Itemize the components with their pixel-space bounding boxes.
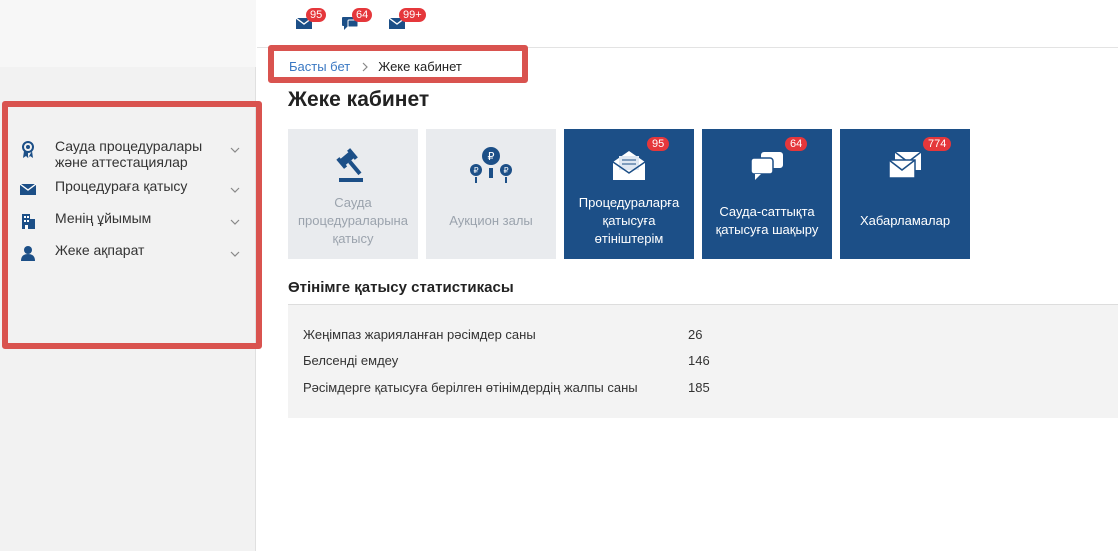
chevron-down-icon (230, 142, 240, 153)
gavel-icon (288, 146, 418, 186)
sidebar-item-label: Жеке ақпарат (55, 242, 145, 258)
envelopes-icon (840, 146, 970, 186)
stat-value: 26 (688, 327, 703, 342)
tile-trade-procedures[interactable]: Сауда процедураларына қатысу (288, 129, 418, 259)
stat-label: Рәсімдерге қатысуға берілген өтінімдерді… (303, 380, 638, 395)
notification-badge: 95 (306, 8, 327, 22)
tile-label: Сауда-саттықта қатысуға шақыру (715, 204, 819, 237)
dashboard-tiles: Сауда процедураларына қатысу ₽ ₽ ₽ Аукцион… (288, 129, 978, 259)
tile-label: Процедураларға қатысуға өтініштерім (578, 195, 680, 246)
open-envelope-icon (564, 146, 694, 186)
envelope-icon (19, 181, 37, 197)
sidebar-item-trade-procedures[interactable]: Сауда процедуралары және аттестациялар (20, 132, 240, 176)
award-icon (20, 141, 36, 158)
svg-text:₽: ₽ (473, 166, 478, 175)
tile-notifications[interactable]: 774 Хабарламалар (840, 129, 970, 259)
sidebar-item-label: Менің ұйымым (55, 210, 152, 226)
sidebar-item-my-organization[interactable]: Менің ұйымым (20, 208, 240, 240)
stats-panel: Жеңімпаз жарияланған рәсімдер саны 26 Бе… (288, 304, 1118, 418)
sidebar-item-personal-info[interactable]: Жеке ақпарат (20, 240, 240, 272)
breadcrumb-home-link[interactable]: Басты бет (289, 59, 350, 74)
breadcrumb-current: Жеке кабинет (378, 59, 462, 74)
tile-label: Сауда процедураларына қатысу (298, 195, 408, 246)
ruble-coins-icon: ₽ ₽ ₽ (426, 146, 556, 186)
sidebar-menu: Сауда процедуралары және аттестациялар П… (19, 132, 240, 272)
chevron-right-icon (362, 62, 369, 71)
stat-label: Жеңімпаз жарияланған рәсімдер саны (303, 327, 536, 342)
top-bar: 95 64 99+ (257, 0, 1118, 48)
stats-title: Өтінімге қатысу статистикасы (288, 279, 514, 296)
tile-my-applications[interactable]: 95 Процедураларға қатысуға өтініштерім (564, 129, 694, 259)
tile-label: Аукцион залы (449, 213, 533, 228)
sidebar-header (0, 0, 256, 67)
tile-trade-invitations[interactable]: 64 Сауда-саттықта қатысуға шақыру (702, 129, 832, 259)
chevron-down-icon (230, 246, 240, 257)
stat-label: Белсенді емдеу (303, 353, 399, 368)
notification-badge: 64 (352, 8, 373, 22)
chevron-down-icon (230, 182, 240, 193)
sidebar-item-procedure-participation[interactable]: Процедураға қатысу (19, 176, 240, 208)
svg-text:₽: ₽ (503, 166, 508, 175)
tile-auction-hall[interactable]: ₽ ₽ ₽ Аукцион залы (426, 129, 556, 259)
breadcrumb: Басты бет Жеке кабинет (289, 59, 462, 74)
tile-label: Хабарламалар (859, 213, 951, 228)
user-icon (20, 245, 36, 261)
sidebar-item-label: Сауда процедуралары және аттестациялар (55, 138, 203, 170)
chevron-down-icon (230, 214, 240, 225)
chat-bubbles-icon (702, 146, 832, 186)
building-icon (20, 213, 36, 229)
stat-value: 185 (688, 380, 710, 395)
notification-badge: 99+ (399, 8, 426, 22)
stat-value: 146 (688, 353, 710, 368)
svg-text:₽: ₽ (488, 150, 495, 163)
page-title: Жеке кабинет (288, 88, 430, 111)
sidebar-item-label: Процедураға қатысу (55, 178, 188, 194)
